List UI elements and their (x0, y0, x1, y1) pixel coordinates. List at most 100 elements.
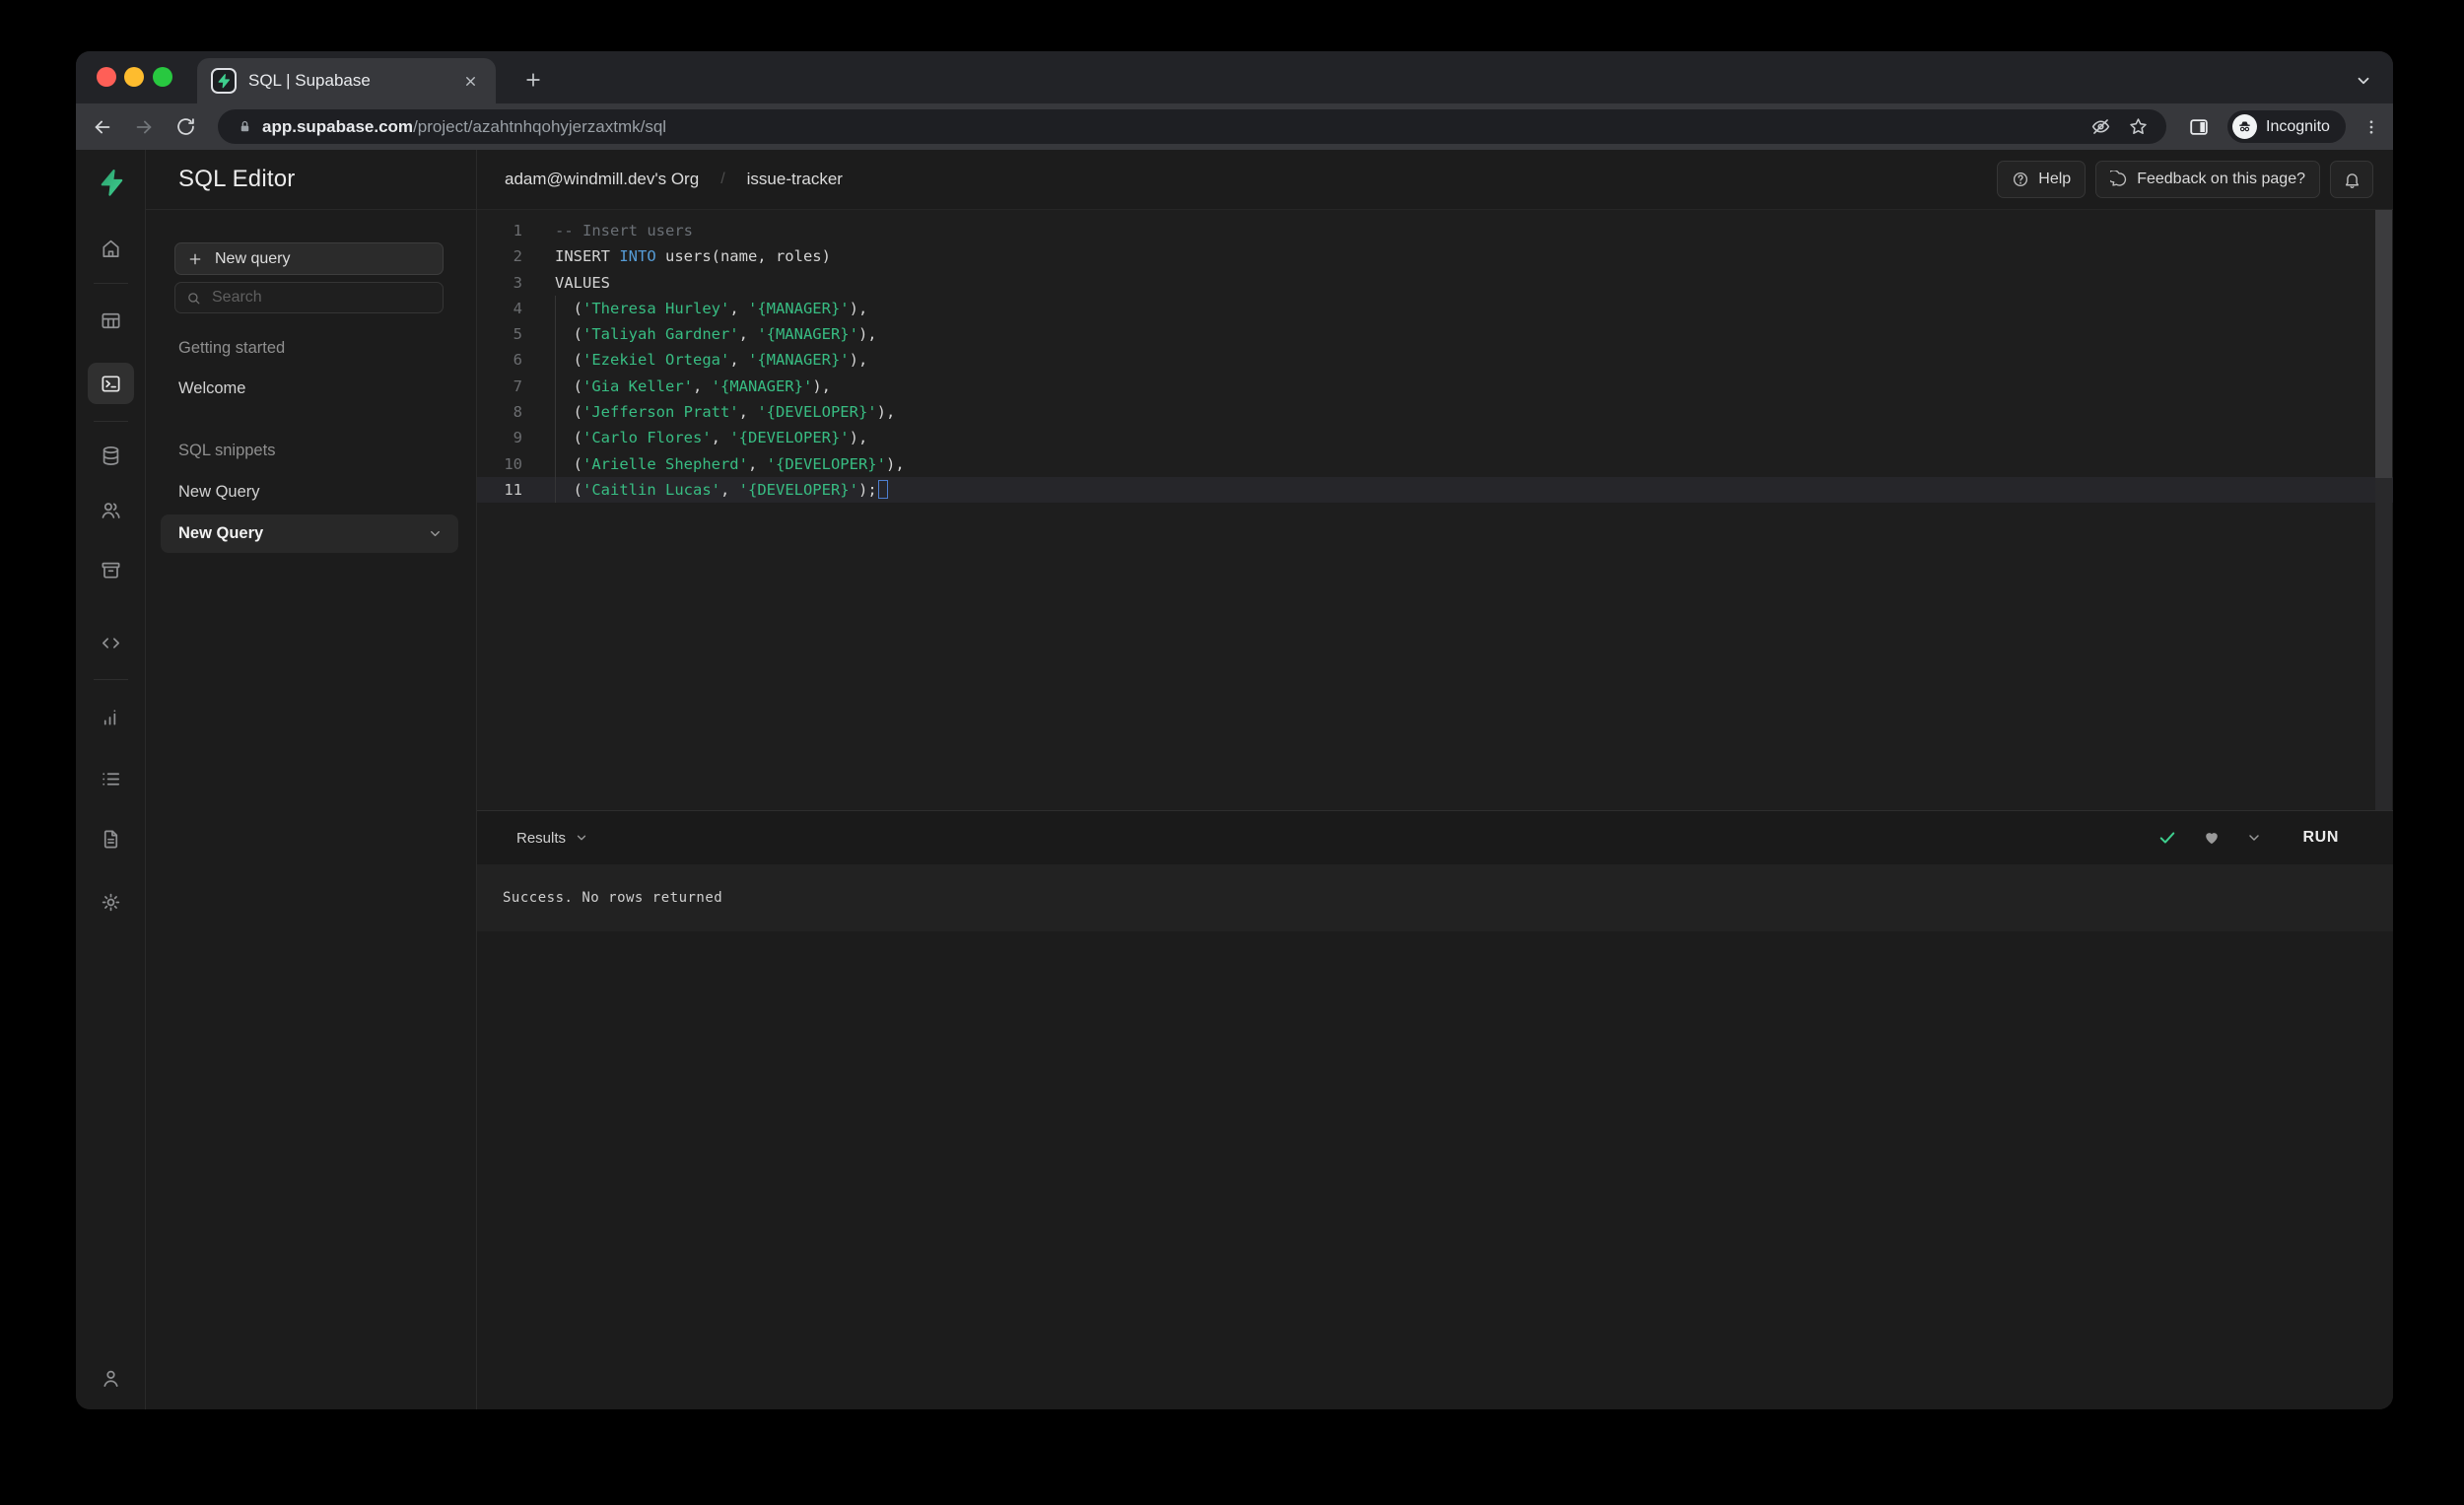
bookmark-star-icon[interactable] (2123, 112, 2153, 142)
new-query-button[interactable]: New query (174, 242, 444, 275)
sidebar-item-account[interactable] (88, 1357, 134, 1399)
new-query-button-label: New query (215, 249, 291, 267)
line-code: ('Gia Keller', '{MANAGER}'), (555, 376, 831, 395)
window-minimize-button[interactable] (124, 67, 144, 87)
results-bar: Results RUN (477, 810, 2393, 864)
breadcrumb-separator: / (720, 171, 725, 187)
nav-item[interactable]: Welcome (178, 379, 245, 398)
line-code: ('Arielle Shepherd', '{DEVELOPER}'), (555, 454, 905, 473)
tab-search-chevron-icon[interactable] (2352, 69, 2375, 93)
notifications-button[interactable] (2330, 161, 2373, 198)
line-code: ('Theresa Hurley', '{MANAGER}'), (555, 299, 868, 317)
forward-icon[interactable] (127, 110, 161, 144)
feedback-button[interactable]: Feedback on this page? (2095, 161, 2320, 198)
favorite-heart-icon[interactable] (2203, 829, 2221, 847)
sidebar-item-storage[interactable] (88, 549, 134, 590)
rail-divider (94, 421, 128, 422)
url-path: /project/azahtnhqohyjerzaxtmk/sql (413, 116, 667, 136)
docs-icon (100, 828, 122, 851)
editor-scrollbar-thumb[interactable] (2375, 210, 2392, 478)
sidebar-item-sql-editor[interactable] (88, 363, 134, 404)
logs-icon (100, 768, 122, 790)
code-line-10[interactable]: 10 ('Arielle Shepherd', '{DEVELOPER}'), (477, 450, 2393, 478)
line-number: 10 (504, 454, 522, 473)
sidebar-item-docs[interactable] (88, 818, 134, 859)
code-line-4[interactable]: 4 ('Theresa Hurley', '{MANAGER}'), (477, 295, 2393, 322)
sql-editor-panel: SQL Editor New query Search Getting star… (146, 150, 477, 1409)
supabase-favicon-icon (211, 68, 237, 94)
sidebar-item-home[interactable] (88, 228, 134, 269)
sidebar-item-authentication[interactable] (88, 489, 134, 530)
line-number: 9 (513, 429, 522, 447)
nav-item[interactable]: New Query (178, 483, 260, 502)
url-bar[interactable]: app.supabase.com/project/azahtnhqohyjerz… (218, 109, 2166, 144)
code-line-8[interactable]: 8 ('Jefferson Pratt', '{DEVELOPER}'), (477, 399, 2393, 426)
run-options-chevron-icon[interactable] (2246, 830, 2262, 846)
desktop-background: SQL | Supabase app.supabase.com/project/… (0, 0, 2464, 1505)
window-close-button[interactable] (97, 67, 116, 87)
line-number: 1 (513, 222, 522, 239)
nav-item-label: New Query (178, 524, 264, 542)
tab-close-icon[interactable] (458, 69, 482, 93)
search-icon (186, 291, 201, 306)
sidebar-item-database[interactable] (88, 435, 134, 476)
sidebar-item-table-editor[interactable] (88, 300, 134, 341)
code-line-2[interactable]: 2 INSERT INTO users(name, roles) (477, 243, 2393, 269)
reload-icon[interactable] (169, 110, 202, 144)
code-line-3[interactable]: 3 VALUES (477, 270, 2393, 296)
line-code: ('Carlo Flores', '{DEVELOPER}'), (555, 429, 868, 447)
line-number: 6 (513, 351, 522, 370)
home-icon (100, 238, 122, 260)
sql-code-editor[interactable]: 1 -- Insert users 2 INSERT INTO users(name,… (477, 210, 2393, 810)
sidebar-item-settings[interactable] (88, 881, 134, 923)
side-panel-icon[interactable] (2184, 112, 2214, 142)
code-line-11[interactable]: 11 ('Caitlin Lucas', '{DEVELOPER}'); (477, 476, 2393, 504)
line-code: ('Caitlin Lucas', '{DEVELOPER}'); (555, 477, 888, 503)
chevron-down-icon[interactable] (428, 526, 443, 541)
nav-section-header: Getting started (178, 339, 286, 357)
table-editor-icon (100, 309, 122, 332)
text-cursor (877, 479, 888, 499)
sidebar-item-logs[interactable] (88, 758, 134, 799)
browser-menu-icon[interactable] (2358, 113, 2385, 141)
code-line-6[interactable]: 6 ('Ezekiel Ortega', '{MANAGER}'), (477, 347, 2393, 375)
help-button[interactable]: Help (1997, 161, 2087, 198)
line-code: ('Jefferson Pratt', '{DEVELOPER}'), (555, 403, 896, 422)
sidebar-item-reports[interactable] (88, 696, 134, 737)
incognito-label: Incognito (2266, 117, 2330, 135)
new-tab-button[interactable] (519, 66, 547, 94)
main-header: adam@windmill.dev's Org / issue-tracker … (477, 150, 2393, 210)
browser-tab[interactable]: SQL | Supabase (197, 58, 496, 103)
code-line-1[interactable]: 1 -- Insert users (477, 218, 2393, 243)
code-line-9[interactable]: 9 ('Carlo Flores', '{DEVELOPER}'), (477, 425, 2393, 451)
edge-functions-icon (100, 632, 122, 654)
supabase-logo-icon[interactable] (76, 163, 146, 202)
rail-divider (94, 679, 128, 680)
code-line-7[interactable]: 7 ('Gia Keller', '{MANAGER}'), (477, 373, 2393, 400)
breadcrumb-org[interactable]: adam@windmill.dev's Org (505, 170, 699, 189)
reports-icon (100, 706, 122, 728)
success-message: Success. No rows returned (503, 890, 723, 906)
line-code: INSERT INTO users(name, roles) (555, 247, 831, 266)
incognito-badge[interactable]: Incognito (2227, 110, 2346, 143)
help-button-label: Help (2038, 171, 2072, 187)
url-host: app.supabase.com (262, 116, 414, 136)
window-zoom-button[interactable] (153, 67, 172, 87)
back-icon[interactable] (86, 110, 119, 144)
feedback-button-label: Feedback on this page? (2137, 171, 2305, 187)
tab-title: SQL | Supabase (248, 71, 371, 90)
line-code: -- Insert users (555, 222, 693, 239)
search-input[interactable]: Search (174, 282, 444, 313)
code-line-5[interactable]: 5 ('Taliyah Gardner', '{MANAGER}'), (477, 321, 2393, 348)
sidebar-item-edge-functions[interactable] (88, 622, 134, 663)
line-number: 5 (513, 325, 522, 344)
page-title: SQL Editor (178, 166, 296, 192)
valid-check-icon (2157, 828, 2177, 848)
results-dropdown[interactable]: Results (516, 830, 588, 847)
run-button[interactable]: RUN (2303, 829, 2339, 847)
eye-off-icon[interactable] (2086, 112, 2115, 142)
results-output: Success. No rows returned (477, 864, 2393, 931)
nav-item-selected[interactable]: New Query (161, 514, 458, 553)
breadcrumb-project[interactable]: issue-tracker (747, 170, 843, 189)
line-code: ('Ezekiel Ortega', '{MANAGER}'), (555, 351, 868, 370)
